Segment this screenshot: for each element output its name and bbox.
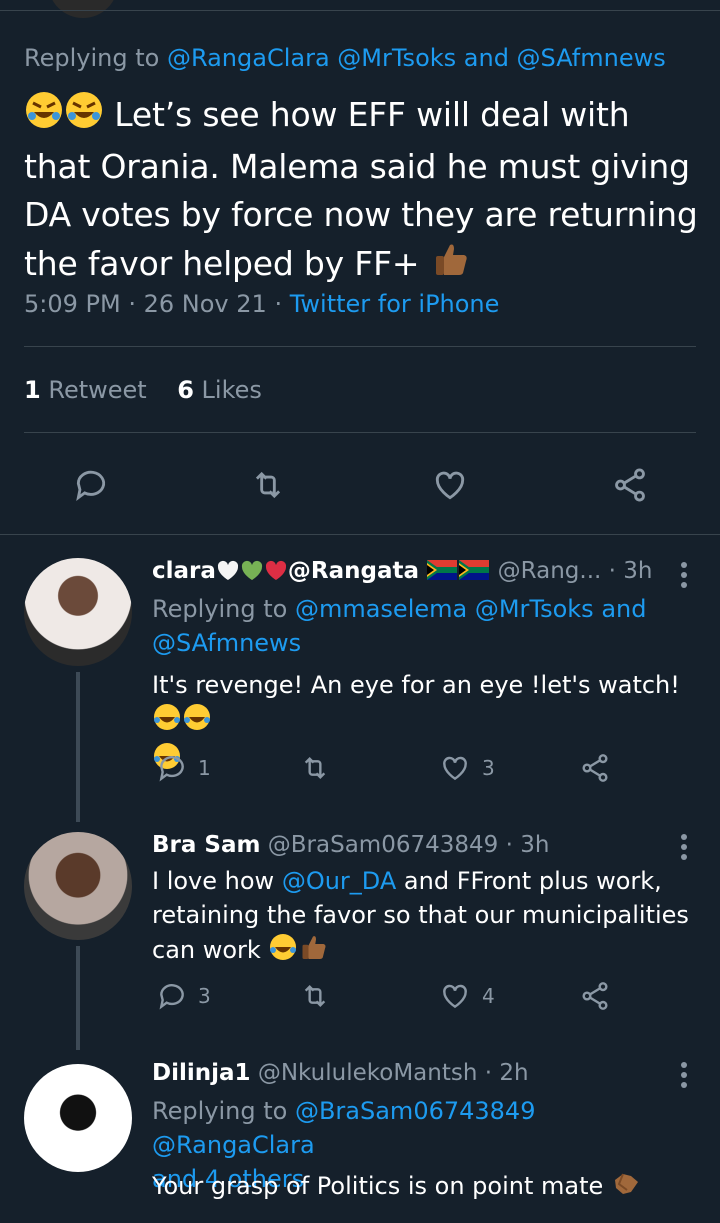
display-name[interactable]: Bra Sam (152, 832, 260, 858)
south-africa-flag-icon (427, 560, 458, 580)
like-button[interactable] (430, 466, 470, 504)
tweet-meta: 5:09 PM · 26 Nov 21 · Twitter for iPhone (24, 290, 500, 318)
like-count: 3 (482, 756, 495, 780)
stats-divider (24, 432, 696, 433)
handle[interactable]: @Rang... (498, 558, 602, 584)
display-name[interactable]: Dilinja1 (152, 1060, 251, 1086)
green-heart-icon (241, 560, 263, 580)
share-icon (582, 754, 608, 782)
timestamp[interactable]: · 3h (609, 558, 653, 584)
mention-link[interactable]: @Our_DA (282, 867, 396, 895)
replying-to-mentions-2[interactable]: @SAfmnews (152, 629, 301, 657)
heart-icon (443, 984, 467, 1009)
thumbs-up-emoji-icon (430, 239, 470, 292)
tears-of-joy-emoji-icon (182, 702, 212, 741)
reply-text: Your grasp of Politics is on point mate (152, 1168, 700, 1207)
thread-line (76, 672, 80, 822)
reply-count: 3 (198, 984, 211, 1008)
reply-icon (159, 984, 184, 1010)
retweet-icon (304, 984, 326, 1008)
thumbs-up-emoji-icon (298, 932, 328, 971)
top-divider (0, 10, 720, 11)
share-icon (615, 468, 645, 502)
reply-button[interactable]: 1 (156, 752, 211, 784)
reply-replying-to: Replying to @mmaselema @MrTsoks and @SAf… (152, 595, 647, 657)
like-button[interactable]: 4 (438, 980, 495, 1012)
retweet-button[interactable] (248, 466, 288, 504)
retweet-icon (255, 471, 281, 499)
avatar[interactable] (24, 558, 132, 666)
main-tweet-actions (0, 466, 720, 506)
reply-tweet[interactable]: Bra Sam @BraSam06743849 · 3h I love how … (0, 812, 720, 1050)
share-button[interactable] (578, 752, 612, 784)
reply-button[interactable]: 3 (156, 980, 211, 1012)
likes-stat[interactable]: 6 Likes (177, 376, 262, 404)
reply-text: I love how @Our_DA and FFront plus work,… (152, 864, 700, 971)
avatar[interactable] (24, 832, 132, 940)
main-tweet-text: Let’s see how EFF will deal with that Or… (24, 90, 704, 292)
reply-header: clara @Rangata @Rang... · 3h (152, 558, 700, 584)
more-options-button[interactable] (680, 1062, 688, 1088)
reply-header: Bra Sam @BraSam06743849 · 3h (152, 832, 700, 858)
tweet-time: 5:09 PM (24, 290, 121, 318)
tweet-source-link[interactable]: Twitter for iPhone (290, 290, 500, 318)
share-button[interactable] (578, 980, 612, 1012)
handle[interactable]: @NkululekoMantsh (258, 1060, 478, 1086)
reply-button[interactable] (72, 466, 110, 504)
tears-of-joy-emoji-icon (268, 932, 298, 971)
heart-icon (435, 471, 465, 500)
retweet-icon (304, 756, 326, 780)
reply-count: 1 (198, 756, 211, 780)
tears-of-joy-emoji-icon (152, 702, 182, 741)
retweets-stat[interactable]: 1 Retweet (24, 376, 147, 404)
like-count: 4 (482, 984, 495, 1008)
rofl-emoji-icon (24, 90, 64, 143)
south-africa-flag-icon (459, 560, 490, 580)
replying-prefix: Replying to (24, 44, 160, 72)
share-button[interactable] (610, 466, 650, 504)
reply-actions: 3 4 (0, 980, 720, 1020)
white-heart-icon (217, 560, 239, 580)
more-options-button[interactable] (680, 834, 688, 860)
timestamp[interactable]: · 2h (485, 1060, 529, 1086)
tweet-date: 26 Nov 21 (143, 290, 267, 318)
avatar[interactable] (24, 1064, 132, 1172)
reply-tweet[interactable]: clara @Rangata @Rang... · 3h Replying to … (0, 534, 720, 822)
timestamp[interactable]: · 3h (506, 832, 550, 858)
replying-to-mentions[interactable]: @RangaClara @MrTsoks and @SAfmnews (167, 44, 666, 72)
handshake-emoji-icon (611, 1168, 641, 1207)
replying-to-mentions[interactable]: @mmaselema @MrTsoks and (295, 595, 647, 623)
heart-icon (443, 756, 467, 781)
meta-divider (24, 346, 696, 347)
red-heart-icon (265, 560, 287, 580)
reply-actions: 1 3 (0, 752, 720, 792)
retweet-button[interactable] (298, 980, 332, 1012)
handle[interactable]: @BraSam06743849 (268, 832, 499, 858)
more-options-button[interactable] (680, 562, 688, 588)
tweet-text-rest: that Orania. Malema said he must giving … (24, 147, 698, 283)
display-name-suffix: @Rangata (287, 558, 420, 584)
reply-icon (159, 756, 184, 782)
reply-icon (76, 470, 106, 502)
reply-header: Dilinja1 @NkululekoMantsh · 2h (152, 1060, 700, 1086)
retweet-button[interactable] (298, 752, 332, 784)
like-button[interactable]: 3 (438, 752, 495, 784)
share-icon (582, 982, 608, 1010)
tweet-text-line1: Let’s see how EFF will deal with (114, 95, 630, 134)
tweet-stats: 1 Retweet 6 Likes (24, 376, 262, 404)
main-replying-to: Replying to @RangaClara @MrTsoks and @SA… (24, 44, 666, 72)
previous-tweet-avatar[interactable] (48, 0, 118, 18)
rofl-emoji-icon (64, 90, 104, 143)
reply-tweet[interactable]: Dilinja1 @NkululekoMantsh · 2h Replying … (0, 1040, 720, 1223)
display-name[interactable]: clara (152, 558, 216, 584)
